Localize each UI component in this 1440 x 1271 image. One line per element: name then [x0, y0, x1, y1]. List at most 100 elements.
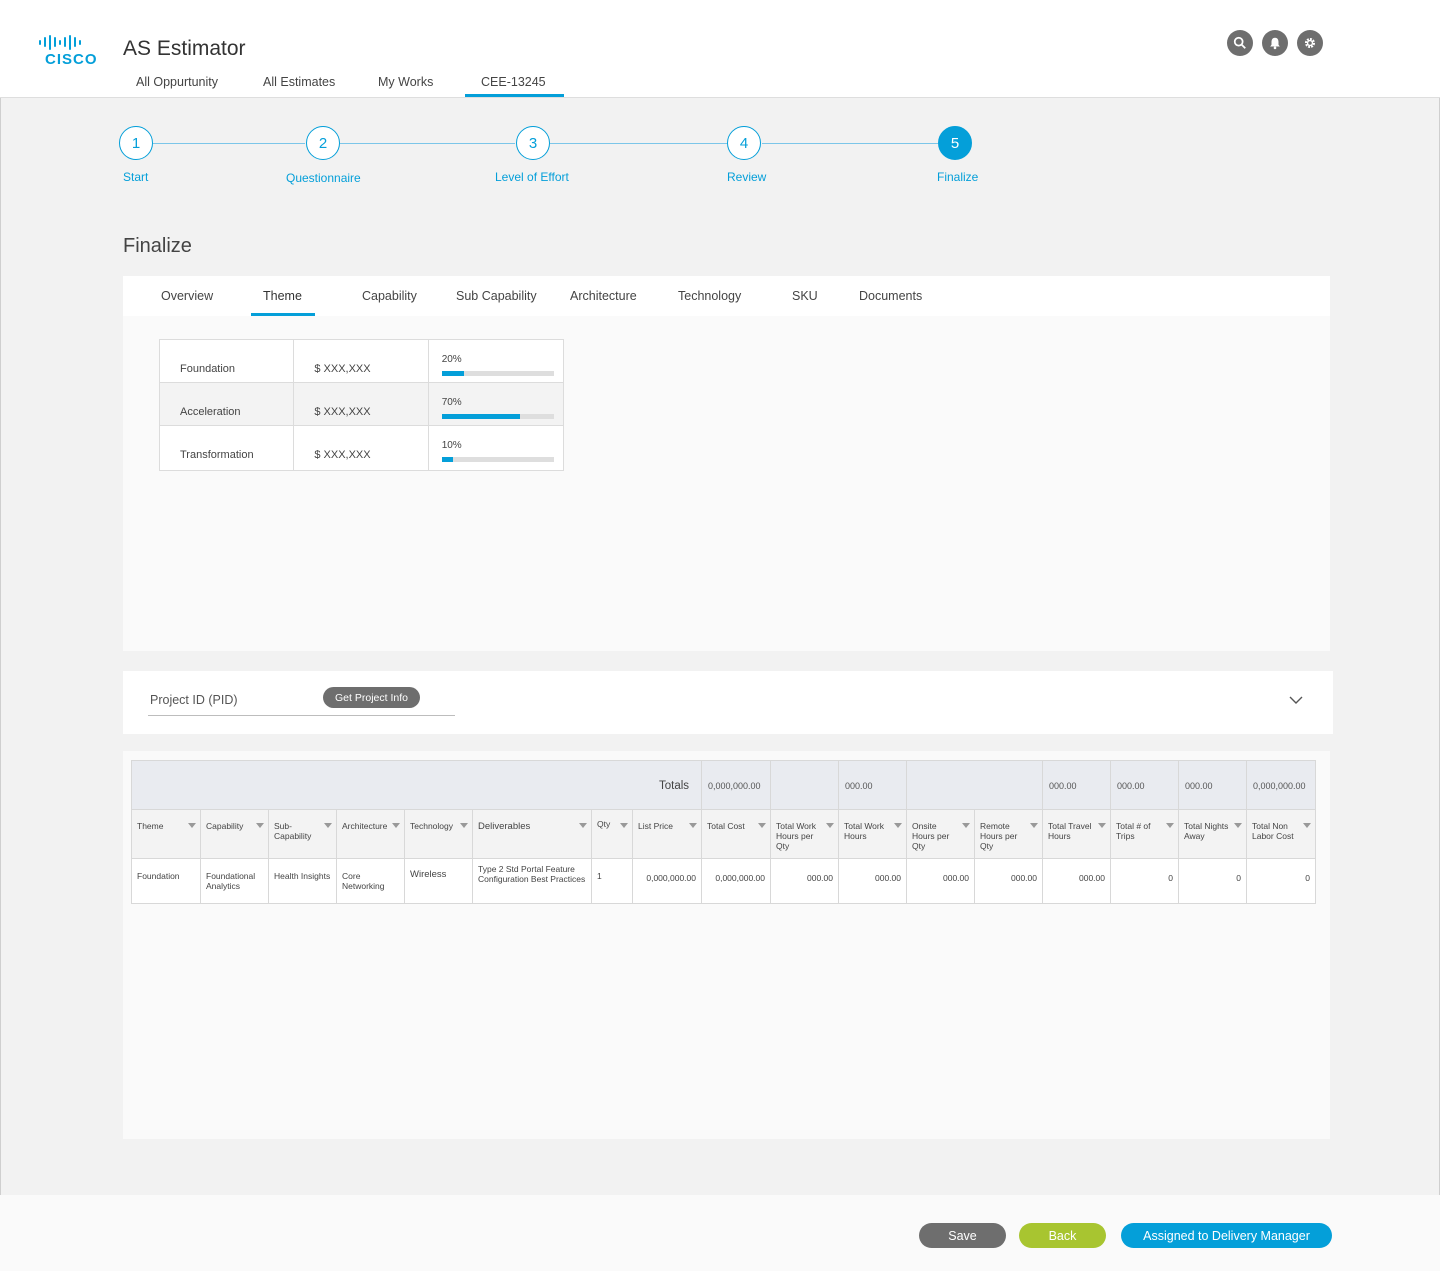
cell-list-price: 0,000,000.00	[632, 859, 701, 903]
sort-caret-icon[interactable]	[620, 823, 628, 828]
column-header-list-price[interactable]: List Price	[632, 810, 701, 859]
chevron-down-icon[interactable]	[1289, 695, 1303, 705]
table-row[interactable]: Foundation Foundational Analytics Health…	[132, 859, 1315, 903]
tab-capability[interactable]: Capability	[362, 289, 417, 303]
sort-caret-icon[interactable]	[1303, 823, 1311, 828]
total-cell	[974, 761, 1042, 810]
column-header-remote-hours[interactable]: Remote Hours per Qty	[974, 810, 1042, 859]
column-header-qty[interactable]: Qty	[591, 810, 632, 859]
theme-summary-table: Foundation $ XXX,XXX 20% Acceleration $ …	[159, 339, 564, 471]
total-cell	[906, 761, 974, 810]
column-header-work-hours-per-qty[interactable]: Total Work Hours per Qty	[770, 810, 838, 859]
column-header-theme[interactable]: Theme	[132, 810, 200, 859]
step-connector	[762, 143, 938, 144]
theme-progress-fill	[441, 414, 521, 419]
column-header-deliverables[interactable]: Deliverables	[472, 810, 591, 859]
step-5-circle[interactable]: 5	[938, 126, 972, 160]
sort-caret-icon[interactable]	[256, 823, 264, 828]
step-5-label[interactable]: Finalize	[937, 170, 978, 184]
save-button[interactable]: Save	[919, 1223, 1006, 1248]
header-row: Theme Capability Sub- Capability Archite…	[132, 810, 1315, 859]
header-label: Total Cost	[707, 821, 745, 831]
step-2-circle[interactable]: 2	[306, 126, 340, 160]
tab-sku[interactable]: SKU	[792, 289, 818, 303]
total-work-hours-total: 000.00	[838, 761, 906, 810]
sort-caret-icon[interactable]	[758, 823, 766, 828]
column-header-nights-away[interactable]: Total Nights Away	[1178, 810, 1246, 859]
step-1-circle[interactable]: 1	[119, 126, 153, 160]
tab-overview[interactable]: Overview	[161, 289, 213, 303]
sort-caret-icon[interactable]	[1098, 823, 1106, 828]
tab-sub-capability[interactable]: Sub Capability	[456, 289, 537, 303]
column-header-total-cost[interactable]: Total Cost	[701, 810, 770, 859]
step-3-circle[interactable]: 3	[516, 126, 550, 160]
project-id-label: Project ID (PID)	[150, 693, 238, 707]
tab-active-indicator	[251, 313, 315, 316]
theme-percent: 70%	[429, 383, 563, 425]
column-header-capability[interactable]: Capability	[200, 810, 268, 859]
column-header-architecture[interactable]: Architecture	[336, 810, 404, 859]
step-connector	[153, 143, 305, 144]
cell-trips: 0	[1110, 859, 1178, 903]
column-header-onsite-hours[interactable]: Onsite Hours per Qty	[906, 810, 974, 859]
project-id-input-underline[interactable]	[148, 715, 455, 716]
cell-total-work-hours: 000.00	[838, 859, 906, 903]
nav-active-indicator	[465, 94, 564, 97]
sort-caret-icon[interactable]	[962, 823, 970, 828]
bell-icon[interactable]	[1262, 30, 1288, 56]
header-label: Deliverables	[478, 821, 531, 832]
step-1-label[interactable]: Start	[123, 170, 148, 184]
nav-estimate-id[interactable]: CEE-13245	[481, 75, 546, 89]
sort-caret-icon[interactable]	[1166, 823, 1174, 828]
tab-technology[interactable]: Technology	[678, 289, 741, 303]
assign-delivery-manager-button[interactable]: Assigned to Delivery Manager	[1121, 1223, 1332, 1248]
cell-sub-capability: Health Insights	[268, 859, 336, 903]
sort-caret-icon[interactable]	[392, 823, 400, 828]
logo-bars	[39, 34, 95, 50]
sort-caret-icon[interactable]	[689, 823, 697, 828]
theme-percent: 20%	[429, 340, 563, 382]
nav-all-oppurtunity[interactable]: All Oppurtunity	[136, 75, 218, 89]
tab-theme[interactable]: Theme	[263, 289, 302, 303]
nav-all-estimates[interactable]: All Estimates	[263, 75, 335, 89]
tab-documents[interactable]: Documents	[859, 289, 922, 303]
cell-remote-hours: 000.00	[974, 859, 1042, 903]
header-label: Sub- Capability	[274, 821, 312, 841]
get-project-info-button[interactable]: Get Project Info	[323, 687, 420, 708]
column-header-technology[interactable]: Technology	[404, 810, 472, 859]
column-header-non-labor-cost[interactable]: Total Non Labor Cost	[1246, 810, 1315, 859]
step-4-label[interactable]: Review	[727, 170, 766, 184]
step-2-label[interactable]: Questionnaire	[286, 171, 361, 185]
column-header-total-work-hours[interactable]: Total Work Hours	[838, 810, 906, 859]
sort-caret-icon[interactable]	[460, 823, 468, 828]
step-4-circle[interactable]: 4	[727, 126, 761, 160]
sort-caret-icon[interactable]	[324, 823, 332, 828]
column-header-trips[interactable]: Total # of Trips	[1110, 810, 1178, 859]
column-header-travel-hours[interactable]: Total Travel Hours	[1042, 810, 1110, 859]
theme-progress-fill	[441, 457, 453, 462]
theme-panel: Overview Theme Capability Sub Capability…	[123, 276, 1330, 651]
nav-my-works[interactable]: My Works	[378, 75, 433, 89]
sort-caret-icon[interactable]	[826, 823, 834, 828]
sort-caret-icon[interactable]	[579, 823, 587, 828]
theme-progress-bar	[441, 457, 554, 462]
theme-amount: $ XXX,XXX	[294, 426, 429, 470]
column-header-sub-capability[interactable]: Sub- Capability	[268, 810, 336, 859]
sort-caret-icon[interactable]	[894, 823, 902, 828]
sort-caret-icon[interactable]	[1234, 823, 1242, 828]
step-3-label[interactable]: Level of Effort	[495, 170, 569, 184]
back-button[interactable]: Back	[1019, 1223, 1106, 1248]
app-header: CISCO AS Estimator All Oppurtunity All E…	[0, 0, 1440, 98]
theme-progress-fill	[441, 371, 465, 376]
gear-icon[interactable]	[1297, 30, 1323, 56]
header-label: Qty	[597, 819, 611, 829]
logo-text: CISCO	[45, 51, 98, 68]
sort-caret-icon[interactable]	[1030, 823, 1038, 828]
theme-row: Transformation $ XXX,XXX 10%	[160, 426, 563, 470]
total-travel-hours-total: 000.00	[1042, 761, 1110, 810]
sort-caret-icon[interactable]	[188, 823, 196, 828]
tab-architecture[interactable]: Architecture	[570, 289, 637, 303]
theme-percent-label: 20%	[441, 354, 462, 365]
search-icon[interactable]	[1227, 30, 1253, 56]
theme-progress-bar	[441, 414, 554, 419]
